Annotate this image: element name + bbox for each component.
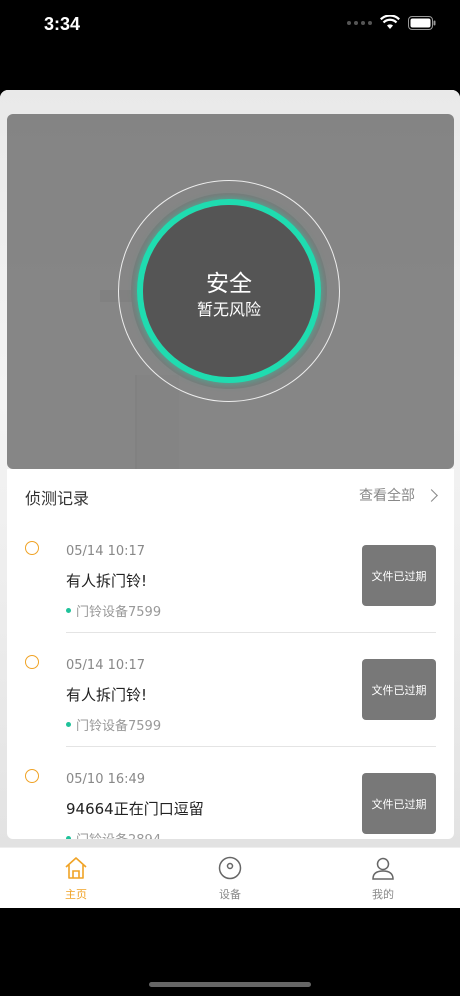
status-icons [347, 15, 436, 30]
signal-dots-icon [347, 20, 372, 25]
timeline-dot-icon [25, 655, 39, 669]
record-device-name: 门铃设备7599 [76, 605, 162, 620]
record-divider [66, 746, 436, 747]
records-title: 侦测记录 [25, 489, 90, 508]
device-status-dot-icon [66, 836, 71, 839]
timeline-dot-icon [25, 769, 39, 783]
status-title: 安全 [206, 271, 252, 297]
device-status-dot-icon [66, 722, 71, 727]
bottom-tab-bar: 主页 设备 我的 [0, 847, 460, 908]
tab-devices[interactable]: 设备 [190, 856, 270, 902]
record-title: 有人拆门铃! [66, 686, 148, 704]
record-device: 门铃设备2894 [66, 829, 161, 839]
record-title: 有人拆门铃! [66, 572, 148, 590]
battery-icon [408, 15, 436, 30]
record-item[interactable]: 05/14 10:17 有人拆门铃! 门铃设备7599 文件已过期 [7, 533, 454, 647]
record-device-name: 门铃设备2894 [76, 829, 161, 839]
record-time: 05/14 10:17 [66, 544, 146, 559]
record-item[interactable]: 05/14 10:17 有人拆门铃! 门铃设备7599 文件已过期 [7, 647, 454, 761]
record-device: 门铃设备7599 [66, 601, 161, 620]
tab-home-label: 主页 [65, 888, 87, 901]
timeline-dot-icon [25, 541, 39, 555]
app-content: 安全 暂无风险 侦测记录 查看全部 05/14 10:17 有人拆门铃! 门铃设… [0, 90, 460, 907]
user-icon [372, 857, 394, 880]
record-thumbnail[interactable]: 文件已过期 [362, 545, 436, 606]
record-title: 94664正在门口逗留 [66, 800, 204, 818]
home-indicator[interactable] [149, 982, 311, 987]
record-thumbnail[interactable]: 文件已过期 [362, 773, 436, 834]
camera-icon [218, 856, 242, 880]
status-bar: 3:34 [0, 0, 460, 52]
record-device-name: 门铃设备7599 [76, 719, 162, 734]
tab-home[interactable]: 主页 [36, 856, 116, 902]
status-subtitle: 暂无风险 [196, 300, 261, 319]
record-thumbnail[interactable]: 文件已过期 [362, 659, 436, 720]
tab-profile-label: 我的 [372, 888, 394, 901]
wifi-icon [380, 15, 400, 29]
device-status-dot-icon [66, 608, 71, 613]
status-time: 3:34 [44, 14, 81, 34]
view-all-link[interactable]: 查看全部 [359, 485, 438, 505]
record-item[interactable]: 05/10 16:49 94664正在门口逗留 门铃设备2894 文件已过期 [7, 761, 454, 839]
chevron-right-icon [425, 488, 438, 502]
record-time: 05/14 10:17 [66, 658, 146, 673]
record-device: 门铃设备7599 [66, 715, 161, 734]
home-icon [65, 857, 87, 879]
tab-devices-label: 设备 [219, 888, 241, 901]
record-divider [66, 632, 436, 633]
view-all-label: 查看全部 [359, 488, 415, 504]
record-time: 05/10 16:49 [66, 772, 146, 787]
tab-profile[interactable]: 我的 [343, 856, 423, 902]
detection-records-panel: 侦测记录 查看全部 05/14 10:17 有人拆门铃! 门铃设备7599 文件… [7, 469, 454, 839]
security-status-panel[interactable]: 安全 暂无风险 [7, 114, 454, 469]
